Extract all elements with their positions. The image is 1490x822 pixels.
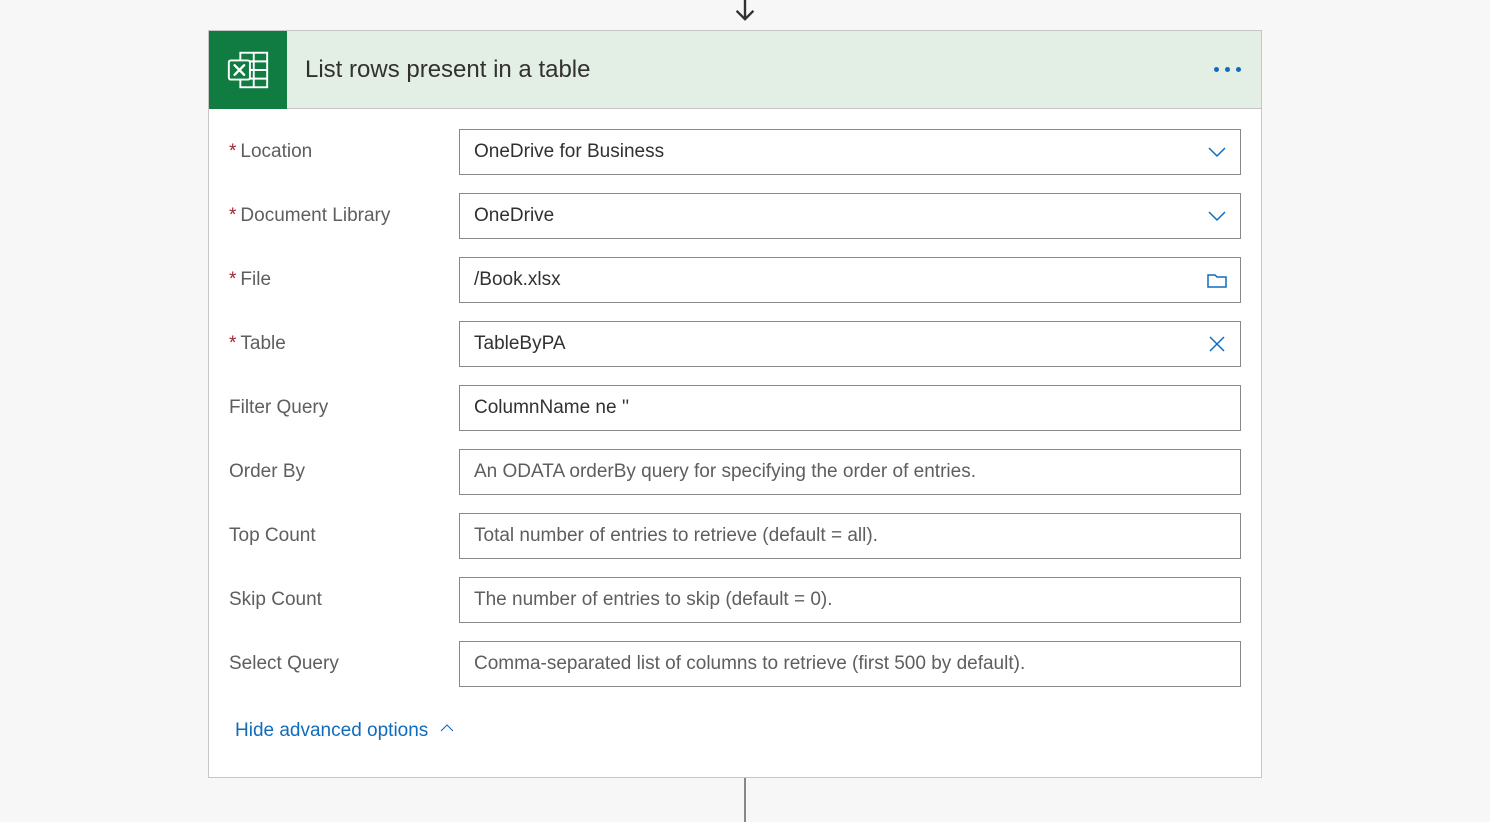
action-title: List rows present in a table xyxy=(287,56,1194,84)
table-row: *Table xyxy=(229,321,1241,367)
select-query-label: Select Query xyxy=(229,653,459,675)
location-row: *Location xyxy=(229,129,1241,175)
order-by-row: Order By xyxy=(229,449,1241,495)
table-input[interactable] xyxy=(459,321,1241,367)
top-count-row: Top Count xyxy=(229,513,1241,559)
chevron-up-icon xyxy=(438,719,456,743)
chevron-down-icon[interactable] xyxy=(1205,140,1229,164)
hide-advanced-options-toggle[interactable]: Hide advanced options xyxy=(229,705,462,767)
flow-connector-line xyxy=(744,778,746,822)
chevron-down-icon[interactable] xyxy=(1205,204,1229,228)
document-library-label: *Document Library xyxy=(229,205,459,227)
document-library-input[interactable] xyxy=(459,193,1241,239)
skip-count-label: Skip Count xyxy=(229,589,459,611)
location-input[interactable] xyxy=(459,129,1241,175)
skip-count-row: Skip Count xyxy=(229,577,1241,623)
file-input[interactable] xyxy=(459,257,1241,303)
filter-query-input[interactable] xyxy=(459,385,1241,431)
top-count-label: Top Count xyxy=(229,525,459,547)
clear-icon[interactable] xyxy=(1205,332,1229,356)
top-count-input[interactable] xyxy=(459,513,1241,559)
order-by-label: Order By xyxy=(229,461,459,483)
flow-arrow-down-icon xyxy=(729,0,761,29)
document-library-row: *Document Library xyxy=(229,193,1241,239)
file-label: *File xyxy=(229,269,459,291)
folder-icon[interactable] xyxy=(1205,268,1229,292)
excel-icon xyxy=(209,31,287,109)
file-row: *File xyxy=(229,257,1241,303)
select-query-input[interactable] xyxy=(459,641,1241,687)
table-label: *Table xyxy=(229,333,459,355)
action-card: List rows present in a table *Location *… xyxy=(208,30,1262,778)
action-card-body: *Location *Document Library *F xyxy=(209,109,1261,777)
location-label: *Location xyxy=(229,141,459,163)
select-query-row: Select Query xyxy=(229,641,1241,687)
skip-count-input[interactable] xyxy=(459,577,1241,623)
action-menu-button[interactable] xyxy=(1194,67,1261,72)
advanced-toggle-label: Hide advanced options xyxy=(235,720,428,742)
order-by-input[interactable] xyxy=(459,449,1241,495)
filter-query-row: Filter Query xyxy=(229,385,1241,431)
action-card-header[interactable]: List rows present in a table xyxy=(209,31,1261,109)
filter-query-label: Filter Query xyxy=(229,397,459,419)
